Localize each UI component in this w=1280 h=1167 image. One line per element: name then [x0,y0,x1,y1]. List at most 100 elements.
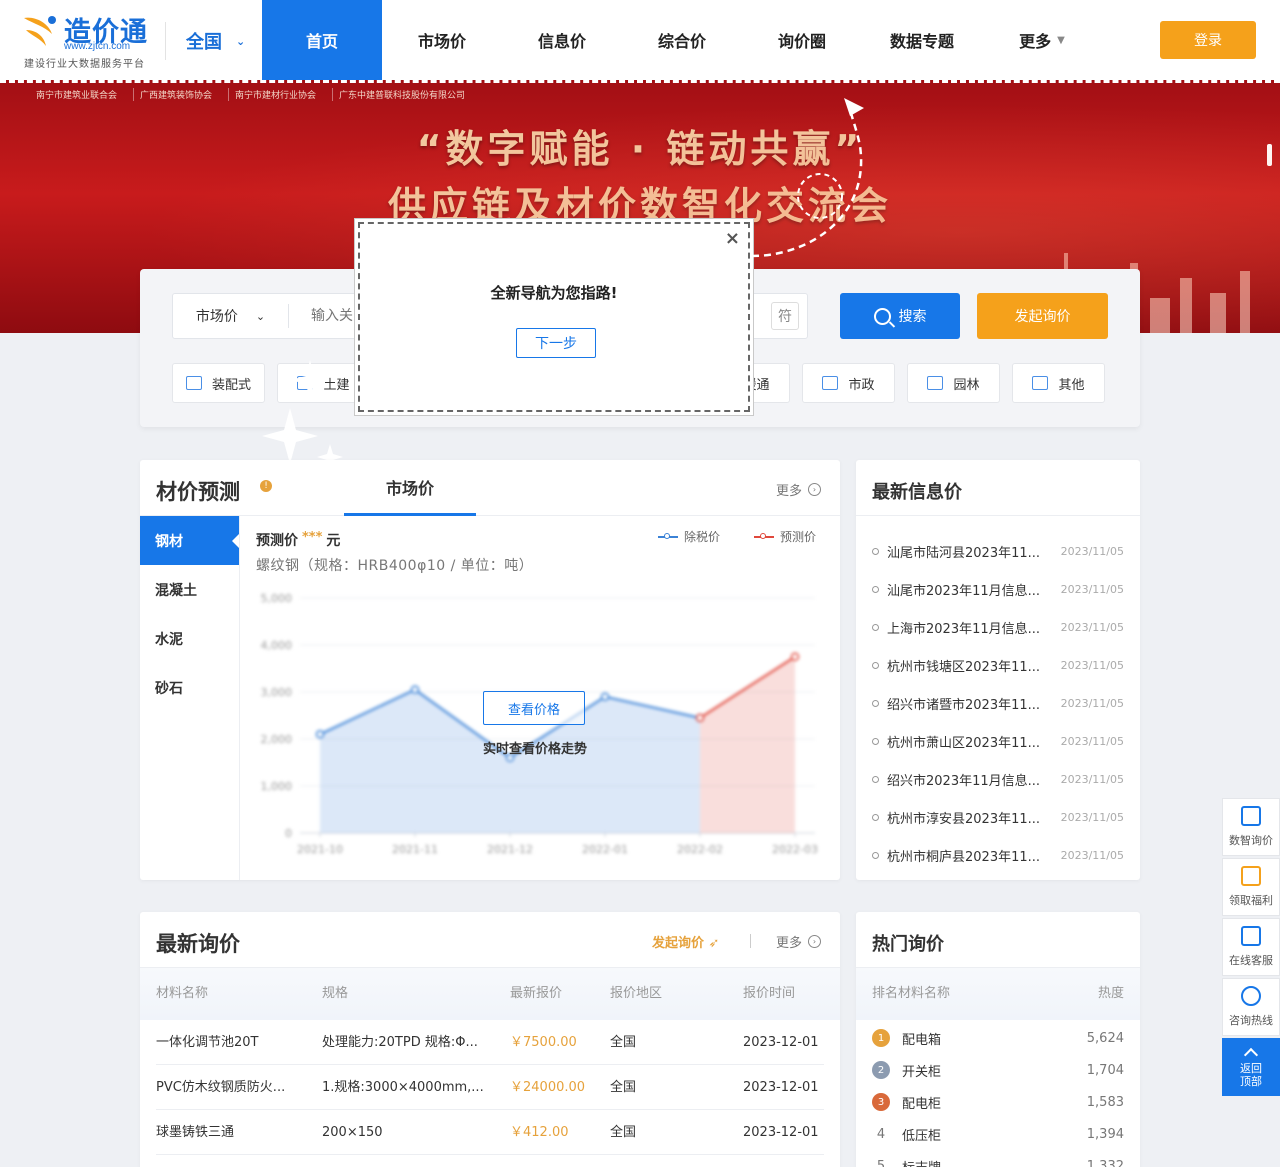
x-tick-label: 2021-12 [487,843,533,856]
top-header: 造价通 www.zjtcn.com 建设行业大数据服务平台 全国 ⌄ 首页 市场… [0,0,1280,80]
nav-market-price[interactable]: 市场价 [382,0,502,80]
chevron-up-icon [1243,1047,1259,1063]
list-item[interactable]: 1 配电箱 5,624 [872,1022,1124,1054]
nav-home[interactable]: 首页 [262,0,382,80]
sparkle-icon [262,360,343,470]
more-link[interactable]: 更多 › [776,480,822,499]
column-header: 材料名称 [156,986,209,1001]
tool-label: 咨询热线 [1229,1014,1273,1027]
panel-title: 材价预测 [156,480,240,504]
latest-inquiry-panel: 最新询价 发起询价 ➶ 更多 › 材料名称 规格 最新报价 报价地区 报价时间 … [140,912,840,1167]
smart-inquiry-button[interactable]: 数智询价 [1222,798,1280,856]
material-concrete[interactable]: 混凝土 [140,565,239,614]
bullet-icon [872,813,879,821]
category-landscape[interactable]: 园林 [907,363,1000,403]
hidden-price: *** [302,530,323,545]
list-item[interactable]: 3 配电柜 1,583 [872,1086,1124,1118]
symbol-button[interactable]: 符 [771,302,799,330]
y-tick-label: 5,000 [261,592,293,605]
back-to-top-button[interactable]: 返回顶部 [1222,1038,1280,1096]
close-icon[interactable]: × [725,228,740,249]
benefits-button[interactable]: 领取福利 [1222,858,1280,916]
category-other[interactable]: 其他 [1012,363,1105,403]
list-item[interactable]: 汕尾市2023年11月信息... 2023/11/05 [872,570,1124,608]
view-price-button[interactable]: 查看价格 [483,691,585,725]
news-date: 2023/11/05 [1060,582,1124,596]
legend-line-icon [658,532,678,539]
material-name: 低压柜 [902,1128,942,1144]
bullet-icon [872,623,879,631]
data-point [315,730,325,739]
list-item[interactable]: 5 标志牌1,332 [872,1150,1124,1167]
panel-header: 最新信息价 [856,460,1140,516]
list-item[interactable]: 杭州市钱塘区2023年11... 2023/11/05 [872,646,1124,684]
news-title: 汕尾市2023年11月信息... [887,583,1041,599]
more-link[interactable]: 更多 › [776,932,822,951]
nav-info-price[interactable]: 信息价 [502,0,622,80]
more-label: 更多 [776,936,803,951]
bullet-icon [872,737,879,745]
news-date: 2023/11/05 [1060,772,1124,786]
news-date: 2023/11/05 [1060,658,1124,672]
list-item[interactable]: 4 低压柜 1,394 [872,1118,1124,1150]
list-item[interactable]: 上海市2023年11月信息... 2023/11/05 [872,608,1124,646]
divider [750,934,751,948]
material-steel[interactable]: 钢材 [140,516,239,565]
forecast-price-label: 预测价 *** 元 [256,530,340,550]
banner-org: 南宁市建筑业联合会 [36,91,118,101]
column-header: 报价地区 [610,986,663,1001]
nav-data-topics[interactable]: 数据专题 [862,0,982,80]
launch-inquiry-link[interactable]: 发起询价 ➶ [652,932,719,951]
banner-indicator[interactable] [1267,144,1272,166]
table-cell: 球墨铸铁三通 [156,1125,235,1140]
table-row[interactable]: 球墨铸铁三通 200×150 ￥412.00 全国 2023-12-01 [156,1110,824,1155]
bullet-icon [872,775,879,783]
table-cell: ￥24000.00 [510,1080,586,1095]
list-item[interactable]: 杭州市萧山区2023年11... 2023/11/05 [872,722,1124,760]
list-item[interactable]: 绍兴市诸暨市2023年11... 2023/11/05 [872,684,1124,722]
send-icon: ➶ [708,936,720,951]
list-item[interactable]: 汕尾市陆河县2023年11... 2023/11/05 [872,532,1124,570]
news-date: 2023/11/05 [1060,620,1124,634]
category-prefab[interactable]: 装配式 [172,363,265,403]
table-row[interactable]: PVC仿木纹钢质防火... 1.规格:3000×4000mm,... ￥24000.… [156,1065,824,1110]
hot-inquiry-panel: 热门询价 排名材料名称 热度 1 配电箱 5,624 2 开关柜 1,704 3 配电柜 1,5… [856,912,1140,1167]
material-name: 标志牌 [902,1157,1087,1167]
online-service-button[interactable]: 在线客服 [1222,918,1280,976]
news-date: 2023/11/05 [1060,696,1124,710]
list-item[interactable]: 杭州市桐庐县2023年11... 2023/11/05 [872,836,1124,874]
table-cell: 1.规格:3000×4000mm,... [322,1080,484,1095]
start-inquiry-button[interactable]: 发起询价 [977,293,1108,339]
table-row[interactable]: 一体化调节池20T 处理能力:20TPD 规格:Φ... ￥7500.00 全国 202… [156,1020,824,1065]
bullet-icon [872,661,879,669]
next-step-button[interactable]: 下一步 [516,328,596,358]
price-unit: 元 [326,533,341,549]
data-point [790,652,800,661]
legend-pred: 预测价 [754,528,816,545]
info-icon[interactable]: ! [260,480,272,492]
list-item[interactable]: 2 开关柜 1,704 [872,1054,1124,1086]
list-item[interactable]: 杭州市淳安县2023年11... 2023/11/05 [872,798,1124,836]
more-label: 更多 [776,484,803,499]
bullet-icon [872,585,879,593]
tab-market-price[interactable]: 市场价 [344,460,476,516]
news-date: 2023/11/05 [1060,848,1124,862]
search-button[interactable]: 搜索 [840,293,960,339]
bullet-icon [872,851,879,859]
search-type-select[interactable]: 市场价 ⌄ [173,304,289,328]
category-label: 其他 [1058,377,1085,393]
site-logo[interactable]: 造价通 www.zjtcn.com 建设行业大数据服务平台 [22,10,162,70]
nav-inquiry-circle[interactable]: 询价圈 [742,0,862,80]
hotline-button[interactable]: 咨询热线 [1222,978,1280,1036]
nav-more[interactable]: 更多 ▼ [982,0,1102,80]
material-sand[interactable]: 砂石 [140,663,239,712]
region-selector[interactable]: 全国 ⌄ [165,22,245,60]
material-cement[interactable]: 水泥 [140,614,239,663]
category-municipal[interactable]: 市政 [802,363,895,403]
guide-highlight-border [0,80,1280,84]
material-name: 配电柜 [902,1096,942,1112]
list-item[interactable]: 绍兴市2023年11月信息... 2023/11/05 [872,760,1124,798]
nav-composite-price[interactable]: 综合价 [622,0,742,80]
price-forecast-panel: 材价预测 ! 市场价 更多 › 钢材 混凝土 水泥 砂石 预测价 *** 元 螺纹钢… [140,460,840,880]
login-button[interactable]: 登录 [1160,21,1256,59]
